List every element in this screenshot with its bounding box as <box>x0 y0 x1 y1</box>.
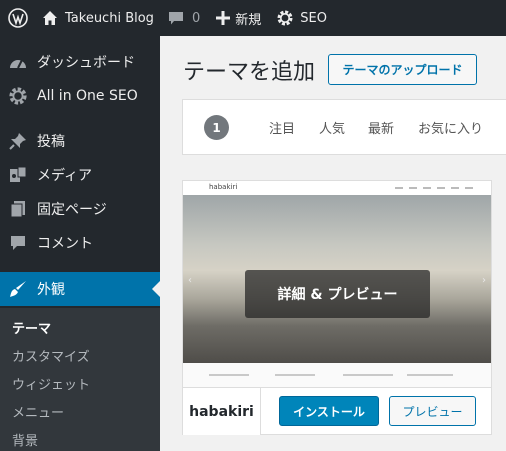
chevron-right-icon: › <box>482 275 486 286</box>
admin-bar-seo[interactable]: SEO <box>276 0 327 36</box>
sidebar-item-appearance[interactable]: 外観 <box>0 272 160 306</box>
site-name: Takeuchi Blog <box>65 10 154 26</box>
comment-bubble-icon <box>168 11 184 26</box>
preview-button[interactable]: プレビュー <box>389 396 476 426</box>
tab-latest[interactable]: 最新 <box>368 118 394 137</box>
gear-icon <box>276 9 294 27</box>
screenshot-footer <box>183 363 491 387</box>
plus-icon <box>216 11 231 25</box>
page-title: テーマを追加 <box>183 60 316 85</box>
theme-card-footer: habakiri インストール プレビュー <box>183 387 491 435</box>
seo-label: SEO <box>300 10 327 26</box>
home-icon <box>42 10 58 26</box>
tab-featured[interactable]: 注目 <box>269 118 295 137</box>
gear-icon <box>8 86 28 106</box>
sidebar-item-comments[interactable]: コメント <box>0 226 160 260</box>
theme-name: habakiri <box>183 388 261 435</box>
submenu-item-background[interactable]: 背景 <box>12 430 38 449</box>
admin-sidebar: ダッシュボード All in One SEO 投稿 メディア 固定ページ コメン… <box>0 36 160 451</box>
brush-icon <box>8 279 28 299</box>
page-icon <box>8 199 28 219</box>
submenu-item-menus[interactable]: メニュー <box>12 402 64 421</box>
admin-bar-new[interactable]: 新規 <box>216 0 261 36</box>
wordpress-logo-icon[interactable] <box>0 0 36 36</box>
sidebar-item-media[interactable]: メディア <box>0 158 160 192</box>
sidebar-item-label: コメント <box>37 236 93 252</box>
pin-icon <box>8 131 28 151</box>
screenshot-header: habakiri <box>183 181 491 195</box>
upload-theme-button[interactable]: テーマのアップロード <box>328 54 477 85</box>
sidebar-item-pages[interactable]: 固定ページ <box>0 192 160 226</box>
media-icon <box>8 165 28 185</box>
admin-bar-site[interactable]: Takeuchi Blog <box>42 0 154 36</box>
theme-card[interactable]: habakiri ‹ › 詳細 & プレビュー habakiri インストール … <box>182 180 492 435</box>
admin-bar: Takeuchi Blog 0 新規 SEO <box>0 0 506 36</box>
sidebar-item-label: 投稿 <box>37 134 65 150</box>
appearance-submenu: テーマ カスタマイズ ウィジェット メニュー 背景 <box>0 308 160 451</box>
submenu-item-themes[interactable]: テーマ <box>12 318 51 337</box>
screenshot-logo: habakiri <box>209 183 238 191</box>
sidebar-item-label: ダッシュボード <box>37 55 135 71</box>
sidebar-item-label: 固定ページ <box>37 202 107 218</box>
new-label: 新規 <box>235 12 262 28</box>
install-button[interactable]: インストール <box>279 396 379 426</box>
theme-filter-bar: 1 注目 人気 最新 お気に入り <box>182 99 506 155</box>
sidebar-item-label: All in One SEO <box>37 88 138 104</box>
chevron-left-icon: ‹ <box>188 275 192 286</box>
theme-count-badge: 1 <box>204 115 229 140</box>
sidebar-item-label: メディア <box>37 168 93 184</box>
tab-favorites[interactable]: お気に入り <box>418 118 483 137</box>
sidebar-item-dashboard[interactable]: ダッシュボード <box>0 45 160 79</box>
sidebar-item-posts[interactable]: 投稿 <box>0 124 160 158</box>
sidebar-item-label: 外観 <box>37 282 65 298</box>
details-preview-button[interactable]: 詳細 & プレビュー <box>245 270 430 318</box>
dashboard-icon <box>8 52 28 72</box>
comments-count: 0 <box>191 10 201 26</box>
sidebar-item-all-in-one-seo[interactable]: All in One SEO <box>0 79 160 113</box>
submenu-item-widgets[interactable]: ウィジェット <box>12 374 90 393</box>
theme-screenshot[interactable]: habakiri ‹ › 詳細 & プレビュー <box>183 181 491 387</box>
admin-bar-comments[interactable]: 0 <box>168 0 200 36</box>
submenu-item-customize[interactable]: カスタマイズ <box>12 346 90 365</box>
screenshot-nav <box>395 187 475 189</box>
comment-icon <box>8 233 28 253</box>
tab-popular[interactable]: 人気 <box>319 118 345 137</box>
